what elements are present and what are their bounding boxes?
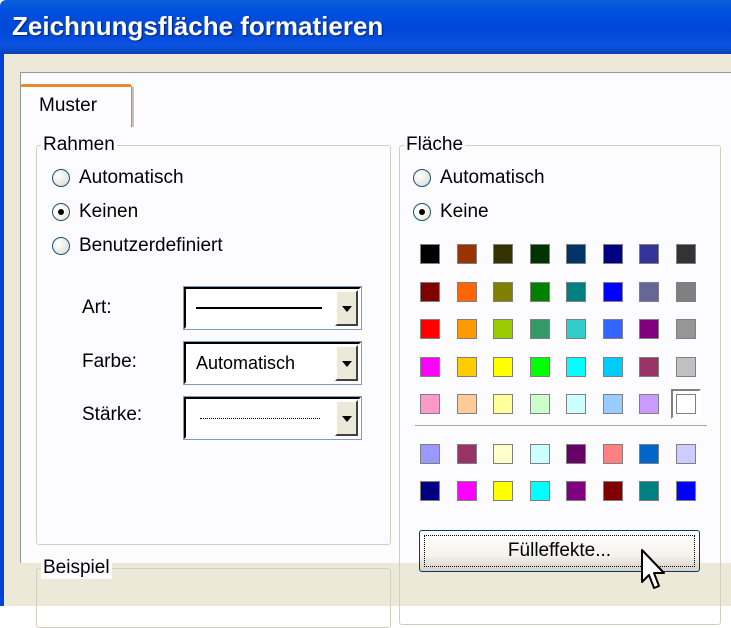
color-swatch-selected[interactable] — [670, 389, 701, 419]
art-combo[interactable] — [183, 286, 362, 330]
farbe-combo[interactable]: Automatisch — [183, 341, 362, 385]
color-swatch[interactable] — [493, 356, 513, 377]
color-swatch[interactable] — [529, 319, 550, 339]
rahmen-benutzerdefiniert-radio[interactable]: Benutzerdefiniert — [52, 234, 223, 258]
beispiel-legend: Beispiel — [41, 557, 112, 579]
color-swatch[interactable] — [639, 394, 659, 414]
color-swatch[interactable] — [675, 319, 696, 339]
color-swatch[interactable] — [639, 244, 659, 264]
staerke-hairline-preview — [200, 418, 320, 419]
color-swatch[interactable] — [420, 356, 440, 377]
flaeche-keine-label: Keine — [440, 201, 489, 222]
tab-muster[interactable]: Muster — [20, 84, 134, 127]
color-swatch[interactable] — [456, 444, 477, 464]
color-swatch[interactable] — [456, 244, 477, 264]
beispiel-group: Beispiel — [36, 557, 391, 628]
color-swatch[interactable] — [639, 356, 659, 377]
color-swatch[interactable] — [420, 319, 440, 339]
radio-circle-checked — [413, 203, 431, 221]
color-swatch[interactable] — [529, 394, 550, 414]
color-swatch[interactable] — [456, 281, 477, 302]
flaeche-automatisch-label: Automatisch — [440, 167, 545, 188]
farbe-value: Automatisch — [196, 353, 296, 373]
color-swatch[interactable] — [529, 481, 550, 501]
color-swatch[interactable] — [493, 319, 513, 339]
title-bar[interactable]: Zeichnungsfläche formatieren — [0, 0, 731, 54]
farbe-label: Farbe: — [82, 351, 137, 372]
radio-circle — [413, 169, 431, 187]
color-swatch[interactable] — [529, 356, 550, 377]
color-swatch[interactable] — [456, 394, 477, 414]
color-swatch[interactable] — [529, 444, 550, 464]
color-swatch[interactable] — [675, 244, 696, 264]
color-swatch[interactable] — [602, 444, 623, 464]
color-swatch[interactable] — [602, 394, 623, 414]
color-swatch[interactable] — [675, 281, 696, 302]
color-swatch[interactable] — [566, 356, 586, 377]
flaeche-keine-radio[interactable]: Keine — [413, 200, 489, 224]
mouse-cursor-icon — [641, 549, 665, 589]
flaeche-automatisch-radio[interactable]: Automatisch — [413, 166, 545, 190]
color-swatch[interactable] — [456, 356, 477, 377]
color-swatch[interactable] — [420, 444, 440, 464]
color-swatch[interactable] — [493, 394, 513, 414]
color-swatch[interactable] — [639, 481, 659, 501]
rahmen-legend: Rahmen — [41, 134, 117, 156]
art-label: Art: — [82, 297, 112, 318]
color-swatch[interactable] — [456, 481, 477, 501]
color-swatch[interactable] — [675, 356, 696, 377]
color-swatch[interactable] — [493, 444, 513, 464]
color-swatch[interactable] — [566, 319, 586, 339]
radio-circle — [52, 169, 70, 187]
swatch-fill — [675, 394, 696, 414]
color-swatch[interactable] — [420, 244, 440, 264]
color-swatch[interactable] — [529, 281, 550, 302]
rahmen-benutzerdefiniert-label: Benutzerdefiniert — [79, 235, 223, 256]
color-swatch[interactable] — [602, 244, 623, 264]
color-swatch[interactable] — [566, 444, 586, 464]
radio-circle-checked — [52, 203, 70, 221]
staerke-dropdown-icon[interactable] — [335, 400, 358, 436]
color-swatch[interactable] — [566, 281, 586, 302]
color-swatch[interactable] — [602, 356, 623, 377]
color-swatch[interactable] — [493, 244, 513, 264]
color-swatch[interactable] — [639, 444, 659, 464]
staerke-combo[interactable] — [183, 396, 362, 440]
art-dropdown-icon[interactable] — [335, 290, 358, 326]
color-swatch[interactable] — [420, 394, 440, 414]
flaeche-legend: Fläche — [404, 134, 466, 156]
color-swatch[interactable] — [420, 481, 440, 501]
staerke-label: Stärke: — [82, 404, 143, 425]
color-swatch[interactable] — [675, 481, 696, 501]
color-swatch[interactable] — [566, 244, 586, 264]
color-swatch[interactable] — [420, 281, 440, 302]
color-swatch[interactable] — [602, 281, 623, 302]
window-border — [0, 54, 4, 606]
color-swatch[interactable] — [675, 444, 696, 464]
art-solid-line-preview — [196, 307, 322, 309]
color-swatch[interactable] — [602, 319, 623, 339]
rahmen-keinen-label: Keinen — [79, 201, 139, 222]
window-title: Zeichnungsfläche formatieren — [12, 11, 384, 41]
color-swatch[interactable] — [456, 319, 477, 339]
color-swatch[interactable] — [566, 394, 586, 414]
rahmen-automatisch-label: Automatisch — [79, 167, 184, 188]
rahmen-automatisch-radio[interactable]: Automatisch — [52, 166, 184, 190]
color-swatch[interactable] — [639, 319, 659, 339]
color-swatch[interactable] — [639, 281, 659, 302]
farbe-dropdown-icon[interactable] — [335, 345, 358, 381]
color-swatch[interactable] — [566, 481, 586, 501]
tab-muster-label: Muster — [39, 95, 98, 116]
color-swatch[interactable] — [529, 244, 550, 264]
color-swatch[interactable] — [493, 281, 513, 302]
color-swatch[interactable] — [493, 481, 513, 501]
color-swatch[interactable] — [602, 481, 623, 501]
radio-circle — [52, 237, 70, 255]
rahmen-keinen-radio[interactable]: Keinen — [52, 200, 138, 224]
palette-divider — [415, 425, 707, 429]
